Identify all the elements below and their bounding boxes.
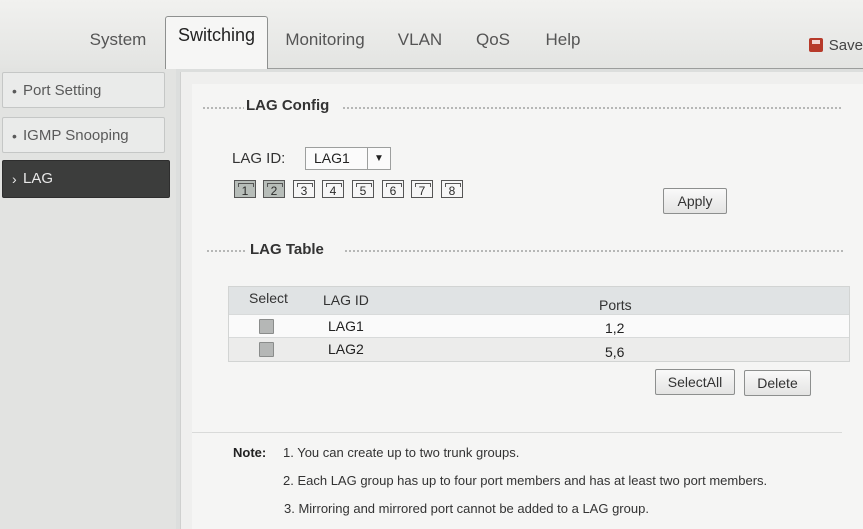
top-nav-bar: System Switching Monitoring VLAN QoS Hel…	[0, 0, 863, 69]
lag-id-select[interactable]: LAG1 ▼	[305, 147, 391, 170]
sidebar-item-label: Port Setting	[23, 82, 102, 99]
port-5-toggle[interactable]: 5	[352, 180, 374, 198]
row-ports: 1,2	[605, 320, 625, 336]
tab-monitoring[interactable]: Monitoring	[280, 22, 370, 58]
row-select-checkbox[interactable]	[259, 319, 274, 334]
sidebar-item-igmp-snooping[interactable]: • IGMP Snooping	[2, 117, 165, 153]
column-header-lag-id: LAG ID	[323, 292, 369, 308]
save-button[interactable]: Save	[808, 34, 863, 56]
column-header-ports: Ports	[599, 297, 632, 313]
sidebar: • Port Setting • IGMP Snooping › LAG	[0, 68, 176, 529]
note-line-1: 1. You can create up to two trunk groups…	[283, 445, 520, 460]
tab-vlan[interactable]: VLAN	[392, 22, 448, 58]
chevron-right-icon: ›	[12, 171, 17, 187]
table-header-row: Select LAG ID Ports	[229, 287, 849, 314]
lag-id-label: LAG ID:	[232, 150, 286, 167]
section-divider	[206, 249, 246, 253]
bullet-icon: •	[12, 128, 17, 144]
note-line-2: 2. Each LAG group has up to four port me…	[283, 473, 768, 488]
bullet-icon: •	[12, 83, 17, 99]
save-label: Save	[828, 36, 863, 54]
lag-id-selected-value: LAG1	[314, 150, 350, 166]
port-4-toggle[interactable]: 4	[322, 180, 344, 198]
tab-qos[interactable]: QoS	[470, 22, 516, 58]
apply-button[interactable]: Apply	[663, 188, 727, 214]
port-6-toggle[interactable]: 6	[382, 180, 404, 198]
dropdown-arrow-icon[interactable]: ▼	[367, 148, 390, 169]
main-panel: LAG Config LAG ID: LAG1 ▼ 1 2 3 4 5 6 7 …	[180, 72, 863, 529]
note-title: Note:	[233, 445, 267, 460]
select-all-button[interactable]: SelectAll	[655, 369, 735, 395]
section-divider	[202, 106, 244, 110]
tab-switching[interactable]: Switching	[165, 16, 268, 69]
sidebar-item-label: LAG	[23, 170, 54, 187]
note-line-3: 3. Mirroring and mirrored port cannot be…	[284, 501, 649, 516]
tab-system[interactable]: System	[82, 22, 154, 58]
lag-table: Select LAG ID Ports LAG1 1,2 LAG2 5,6	[228, 286, 850, 362]
lag-config-title: LAG Config	[246, 97, 330, 114]
section-divider	[342, 106, 842, 110]
sidebar-item-label: IGMP Snooping	[23, 127, 129, 144]
port-2-toggle[interactable]: 2	[263, 180, 285, 198]
row-lag-id: LAG2	[328, 341, 364, 357]
lag-table-title: LAG Table	[250, 241, 324, 258]
row-lag-id: LAG1	[328, 318, 364, 334]
column-header-select: Select	[249, 290, 288, 306]
tab-help[interactable]: Help	[538, 22, 588, 58]
port-8-toggle[interactable]: 8	[441, 180, 463, 198]
port-7-toggle[interactable]: 7	[411, 180, 433, 198]
table-row: LAG2 5,6	[229, 337, 849, 361]
sidebar-item-port-setting[interactable]: • Port Setting	[2, 72, 165, 108]
content-area: LAG Config LAG ID: LAG1 ▼ 1 2 3 4 5 6 7 …	[192, 84, 863, 529]
row-ports: 5,6	[605, 344, 625, 360]
note-divider	[192, 432, 842, 433]
sidebar-item-lag[interactable]: › LAG	[2, 160, 170, 198]
save-icon	[808, 38, 823, 52]
port-1-toggle[interactable]: 1	[234, 180, 256, 198]
table-row: LAG1 1,2	[229, 314, 849, 338]
port-3-toggle[interactable]: 3	[293, 180, 315, 198]
delete-button[interactable]: Delete	[744, 370, 811, 396]
section-divider	[344, 249, 844, 253]
row-select-checkbox[interactable]	[259, 342, 274, 357]
